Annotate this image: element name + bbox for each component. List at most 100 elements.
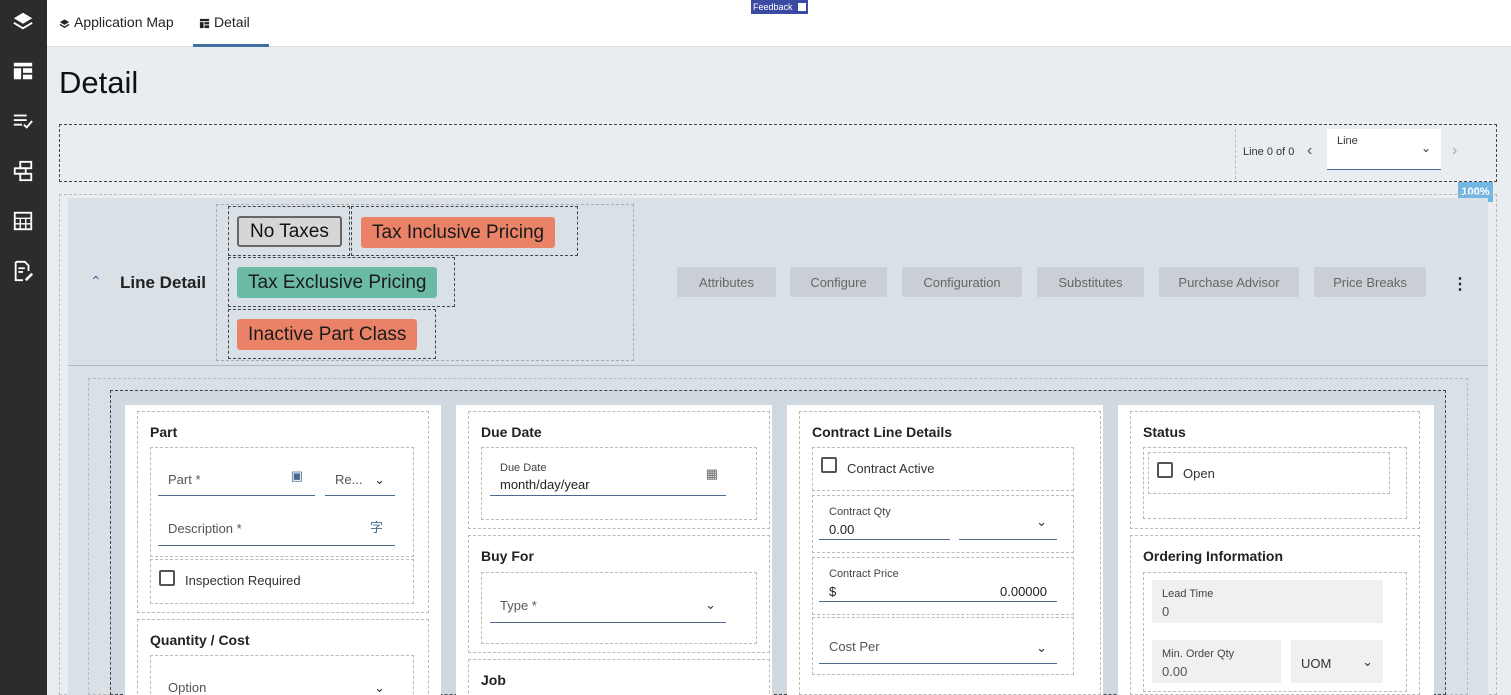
field-group: Cost Per ⌄	[812, 617, 1074, 675]
buy-for-card: Buy For Type * ⌄	[468, 535, 770, 653]
attributes-button[interactable]: Attributes	[677, 267, 776, 297]
tab-application-map[interactable]: Application Map	[59, 14, 174, 47]
divider	[1235, 129, 1236, 179]
configuration-button[interactable]: Configuration	[902, 267, 1022, 297]
status-badge: Tax Exclusive Pricing	[237, 267, 438, 298]
tab-label: Application Map	[74, 14, 174, 30]
checkbox-label: Open	[1183, 466, 1215, 481]
substitutes-button[interactable]: Substitutes	[1037, 267, 1144, 297]
card-title: Buy For	[481, 548, 534, 564]
description-field[interactable]: Description * 字	[158, 503, 395, 546]
layout-icon	[199, 18, 210, 29]
translate-icon[interactable]: 字	[370, 517, 383, 536]
field-group: Inspection Required	[150, 559, 414, 604]
due-date-card: Due Date Due Date month/day/year ▦	[468, 411, 770, 529]
uom-select[interactable]: UOM ⌄	[1291, 640, 1383, 683]
option-field[interactable]: Option ⌄	[158, 662, 395, 695]
status-badge: Tax Inclusive Pricing	[361, 217, 556, 248]
field-group: Contract Active	[812, 447, 1074, 491]
badge-wrapper: Inactive Part Class	[228, 309, 436, 359]
contract-card: Contract Line Details Contract Active Co…	[799, 411, 1101, 695]
workflow-icon[interactable]	[10, 158, 36, 184]
price-breaks-button[interactable]: Price Breaks	[1314, 267, 1426, 297]
field-group: Contract Price $ 0.00000	[812, 557, 1074, 615]
form-column: Status Open Ordering Information Lead Ti…	[1118, 405, 1434, 695]
card-title: Job	[481, 672, 506, 688]
lead-time-field: Lead Time 0	[1152, 580, 1383, 623]
form-column: Due Date Due Date month/day/year ▦ Buy F…	[456, 405, 772, 695]
field-value: 0	[1162, 604, 1170, 619]
type-field[interactable]: Type * ⌄	[490, 579, 726, 623]
badge-wrapper: No Taxes	[228, 206, 350, 256]
currency-symbol: $	[829, 584, 837, 599]
more-vertical-icon[interactable]: ⋮	[1452, 274, 1468, 294]
chevron-down-icon: ⌄	[1362, 654, 1373, 669]
chevron-left-icon[interactable]: ‹	[1307, 142, 1312, 160]
open-checkbox[interactable]	[1157, 462, 1173, 478]
configure-button[interactable]: Configure	[790, 267, 887, 297]
field-label: Contract Qty	[829, 506, 891, 518]
chevron-up-icon[interactable]: ⌃	[90, 273, 102, 290]
layout-icon[interactable]	[10, 58, 36, 84]
feedback-button[interactable]: Feedback	[751, 0, 808, 14]
due-date-field[interactable]: Due Date month/day/year ▦	[490, 458, 726, 496]
form-grid: Part Part * ▣ Re... ⌄ Description * 字 In…	[110, 390, 1446, 695]
field-placeholder: Option	[168, 680, 207, 695]
field-label: Min. Order Qty	[1162, 648, 1235, 660]
field-group: Part * ▣ Re... ⌄ Description * 字	[150, 447, 414, 557]
section-title: Line Detail	[120, 273, 206, 292]
checkbox-label: Contract Active	[847, 461, 935, 476]
field-group: Type * ⌄	[481, 572, 757, 644]
contract-price-field[interactable]: Contract Price $ 0.00000	[819, 564, 1057, 602]
field-placeholder: Description *	[168, 521, 242, 536]
chevron-down-icon: ⌄	[374, 680, 385, 695]
chevron-right-icon[interactable]: ›	[1452, 142, 1457, 160]
chevron-down-icon: ⌄	[1420, 141, 1431, 155]
line-detail-header: ⌃ Line Detail No Taxes Tax Inclusive Pri…	[68, 198, 1488, 366]
status-badge: Inactive Part Class	[237, 319, 418, 350]
chevron-down-icon: ⌄	[374, 472, 385, 487]
checklist-icon[interactable]	[10, 108, 36, 134]
field-value: month/day/year	[500, 477, 590, 492]
line-detail-panel: ⌃ Line Detail No Taxes Tax Inclusive Pri…	[68, 198, 1488, 695]
contract-active-checkbox[interactable]	[821, 457, 837, 473]
revision-field[interactable]: Re... ⌄	[325, 454, 395, 496]
line-select-label: Line	[1337, 135, 1358, 147]
search-icon[interactable]: ▣	[291, 468, 303, 484]
field-value: 0.00000	[1000, 584, 1047, 599]
calendar-icon[interactable]: ▦	[706, 466, 718, 482]
min-order-qty-field: Min. Order Qty 0.00	[1152, 640, 1281, 683]
part-card: Part Part * ▣ Re... ⌄ Description * 字 In…	[137, 411, 429, 613]
field-placeholder: Cost Per	[829, 639, 880, 654]
card-title: Status	[1143, 424, 1186, 440]
line-select[interactable]: Line ⌄	[1327, 129, 1441, 170]
card-title: Part	[150, 424, 178, 440]
chevron-down-icon: ⌄	[1036, 640, 1047, 655]
field-placeholder: UOM	[1301, 656, 1332, 671]
job-card: Job	[468, 659, 770, 695]
status-card: Status Open	[1130, 411, 1420, 529]
feedback-label: Feedback	[753, 2, 793, 12]
inspection-checkbox[interactable]	[159, 570, 175, 586]
form-column: Contract Line Details Contract Active Co…	[787, 405, 1103, 695]
table-icon[interactable]	[10, 208, 36, 234]
chevron-down-icon: ⌄	[705, 597, 716, 612]
chevron-down-icon: ⌄	[1036, 514, 1047, 529]
purchase-advisor-button[interactable]: Purchase Advisor	[1159, 267, 1299, 297]
field-value: 0.00	[829, 522, 855, 537]
top-tab-bar: Application Map Detail Feedback	[47, 0, 1511, 47]
card-title: Contract Line Details	[812, 424, 953, 440]
badge-wrapper: Tax Exclusive Pricing	[228, 257, 455, 307]
contract-qty-field[interactable]: Contract Qty 0.00	[819, 502, 950, 540]
part-field[interactable]: Part * ▣	[158, 454, 315, 496]
layers-icon[interactable]	[10, 8, 36, 34]
cost-per-field[interactable]: Cost Per ⌄	[819, 624, 1057, 664]
field-group: Lead Time 0 Min. Order Qty 0.00 UOM ⌄	[1143, 572, 1407, 692]
flag-icon	[797, 3, 806, 11]
status-badge: No Taxes	[237, 216, 342, 247]
qty-uom-select[interactable]: ⌄	[959, 502, 1057, 540]
form-column: Part Part * ▣ Re... ⌄ Description * 字 In…	[125, 405, 441, 695]
field-group: Option ⌄	[150, 655, 414, 695]
edit-document-icon[interactable]	[10, 258, 36, 284]
tab-detail[interactable]: Detail	[193, 14, 269, 47]
